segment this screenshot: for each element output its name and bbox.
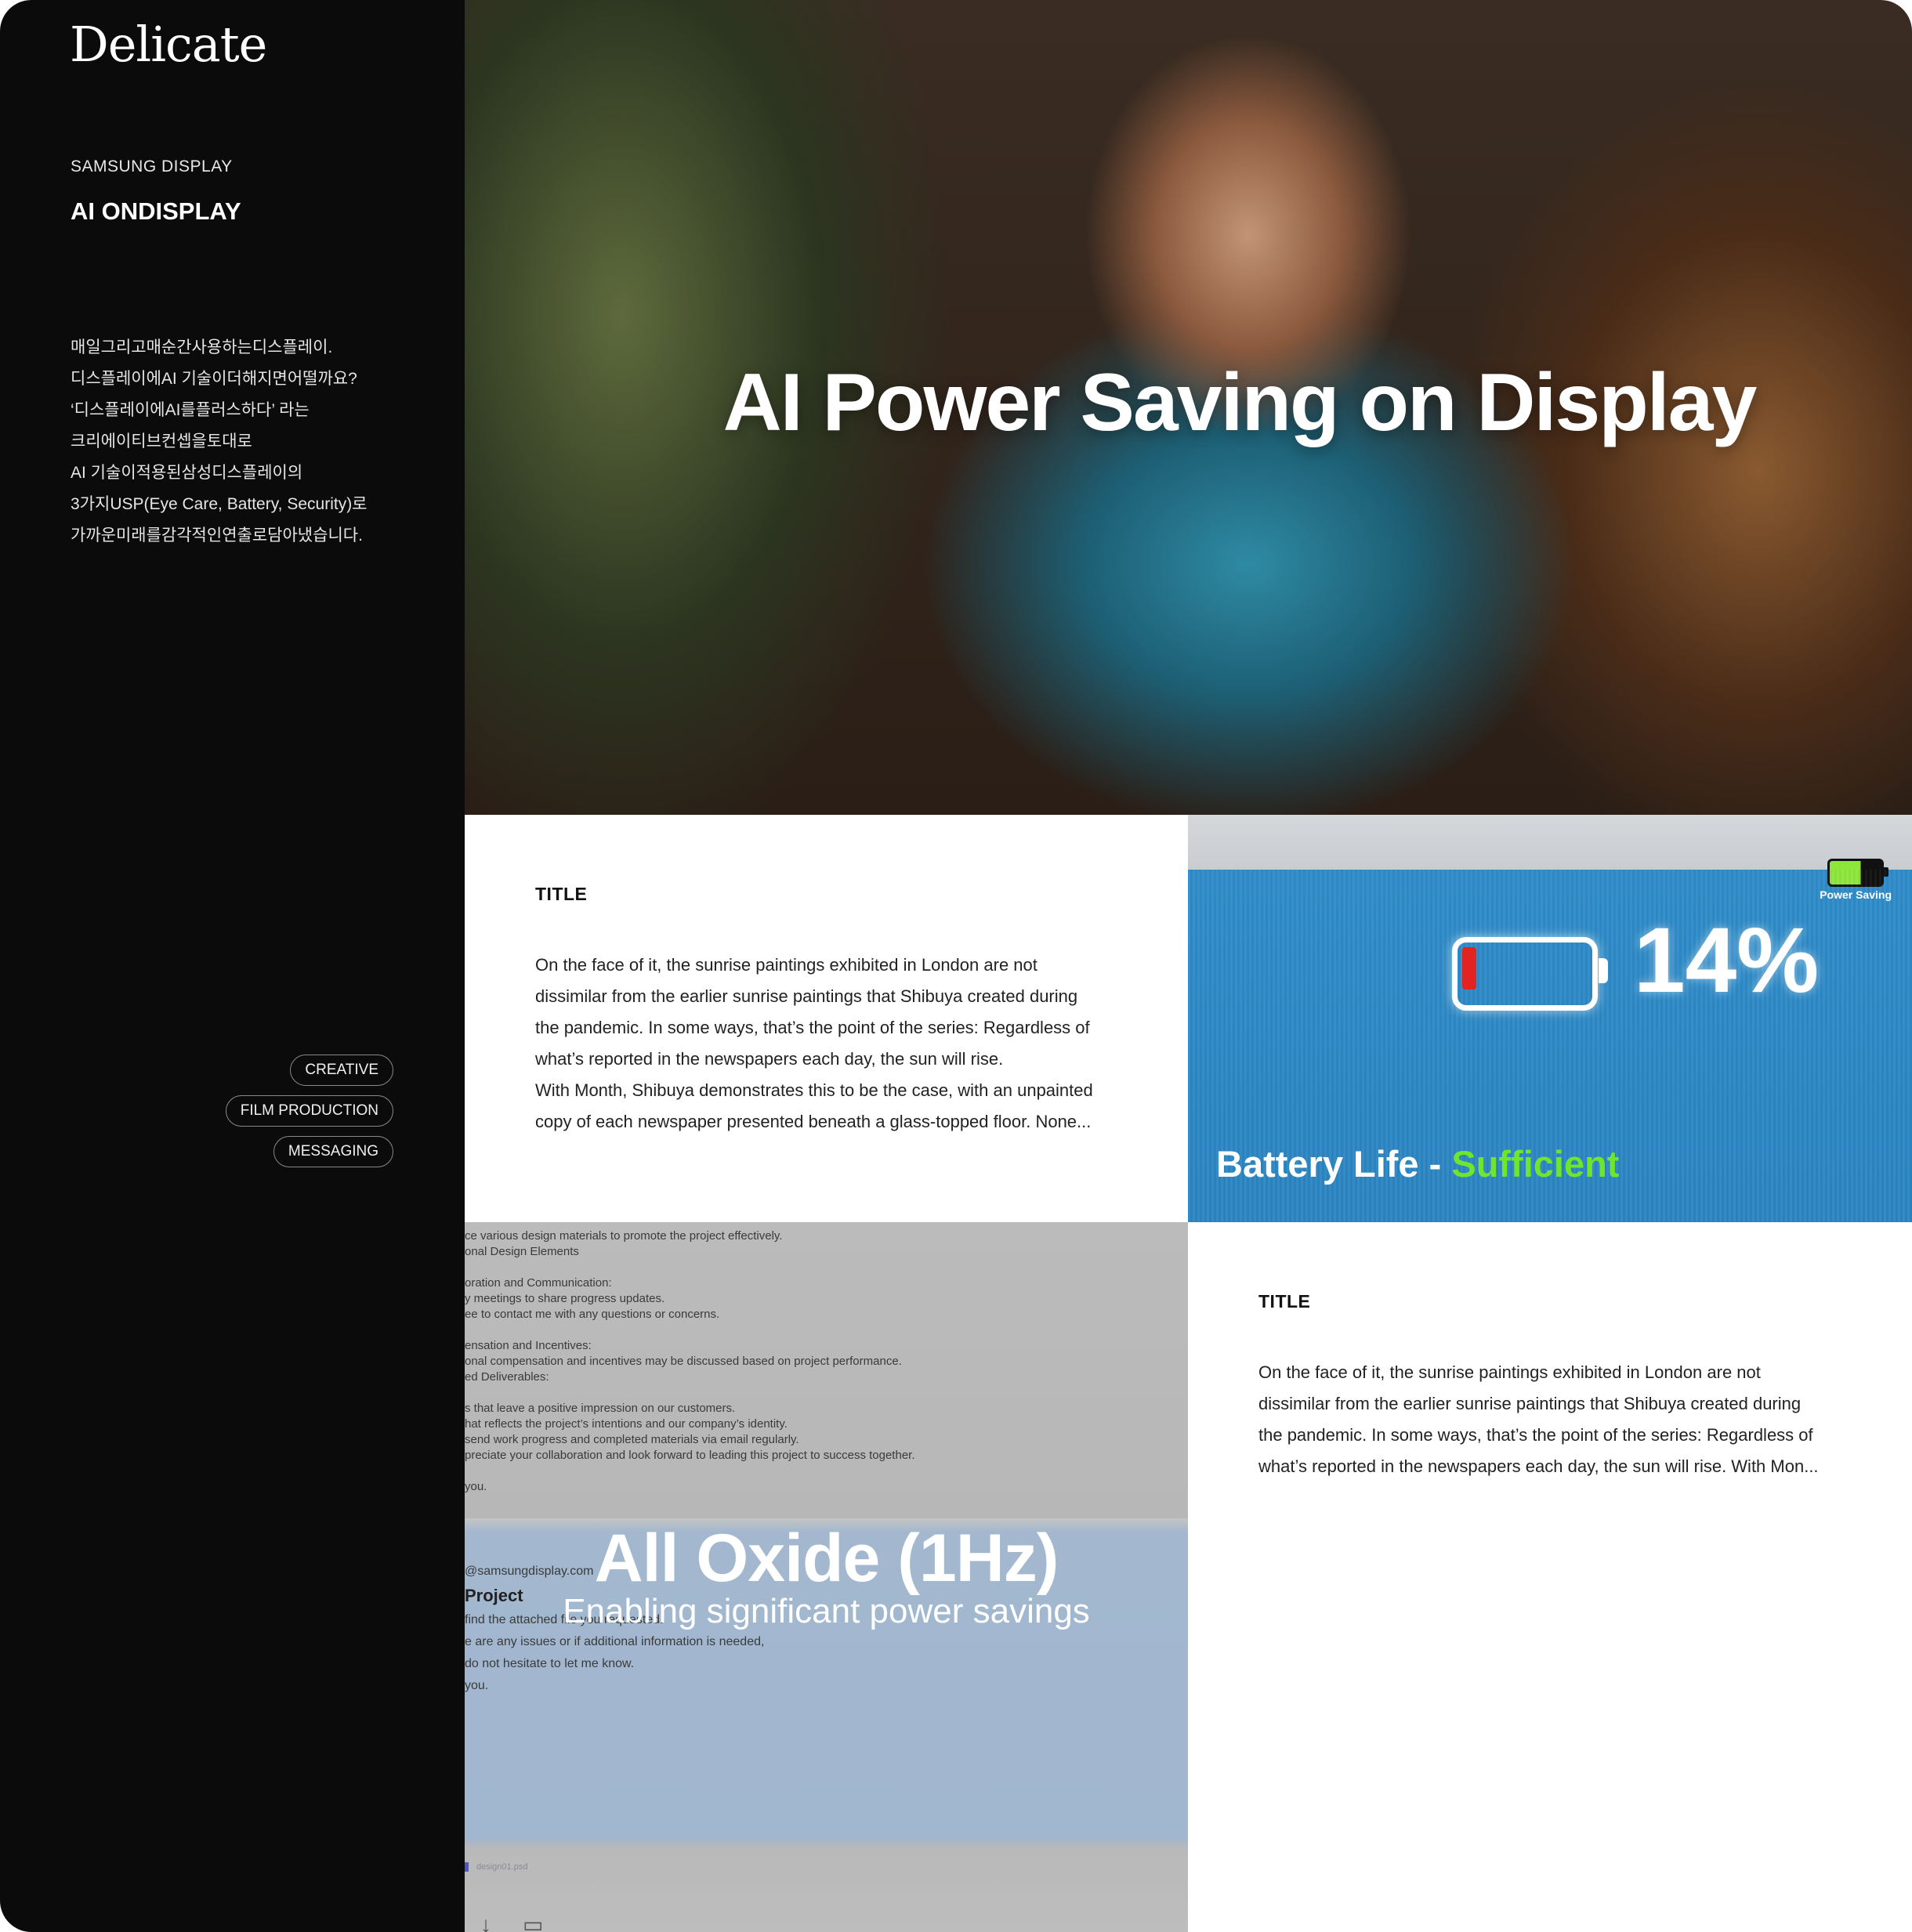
battery-status-value: Sufficient (1451, 1143, 1620, 1185)
doc-line: y meetings to share progress updates. (465, 1292, 665, 1305)
doc-line: you. (465, 1480, 487, 1493)
oxide-subtitle: Enabling significant power savings (563, 1592, 1090, 1630)
card-body-line: dissimilar from the earlier sunrise pain… (1258, 1394, 1802, 1413)
tag-messaging[interactable]: MESSAGING (273, 1136, 393, 1167)
client-name: SAMSUNG DISPLAY (71, 157, 233, 175)
description-line: 디스플레이에AI 기술이더해지면어떨까요? (71, 370, 357, 388)
battery-life-image: Power Saving 14% Battery Life - Sufficie… (1188, 815, 1912, 1222)
doc-line: ee to contact me with any questions or c… (465, 1308, 720, 1321)
low-battery-icon (1452, 937, 1608, 1011)
description-line: 3가지USP(Eye Care, Battery, Security)로 (71, 495, 368, 513)
description-line: ‘디스플레이에AI를플러스하다’ 라는 (71, 401, 310, 419)
card-body-line: copy of each newspaper presented beneath… (535, 1112, 1092, 1131)
doc-line: you. (465, 1679, 489, 1692)
doc-line: s that leave a positive impression on ou… (465, 1402, 736, 1415)
doc-line: ce various design materials to promote t… (465, 1229, 783, 1243)
info-card-2: TITLE On the face of it, the sunrise pai… (1188, 1222, 1912, 1932)
card-body-line: On the face of it, the sunrise paintings… (1258, 1362, 1761, 1382)
doc-line: onal Design Elements (465, 1245, 579, 1258)
doc-line (465, 1463, 1188, 1479)
tag-film-production[interactable]: FILM PRODUCTION (225, 1095, 393, 1127)
info-card-1: TITLE On the face of it, the sunrise pai… (465, 815, 1188, 1222)
doc-line: ensation and Incentives: (465, 1339, 592, 1352)
doc-line (465, 1322, 1188, 1338)
document-text-top: ce various design materials to promote t… (465, 1228, 1188, 1495)
tag-creative[interactable]: CREATIVE (290, 1055, 393, 1086)
oxide-title: All Oxide (1Hz) (594, 1521, 1059, 1596)
doc-line: ed Deliverables: (465, 1370, 549, 1384)
doc-line: onal compensation and incentives may be … (465, 1355, 902, 1368)
battery-percent: 14% (1634, 909, 1820, 1012)
card-body-line: With Month, Shibuya demonstrates this to… (535, 1080, 1093, 1100)
description-line: 매일그리고매순간사용하는디스플레이. (71, 338, 333, 356)
card-body-line: the pandemic. In some ways, that’s the p… (535, 1018, 1090, 1037)
tag-list: CREATIVE FILM PRODUCTION MESSAGING (225, 1055, 393, 1167)
doc-line: send work progress and completed materia… (465, 1433, 799, 1446)
card-body-line: dissimilar from the earlier sunrise pain… (535, 986, 1078, 1006)
battery-saving-icon (1827, 859, 1888, 887)
page-frame: Delicate SAMSUNG DISPLAY AI ONDISPLAY 매일… (0, 0, 1912, 1932)
battery-status: Battery Life - Sufficient (1216, 1142, 1619, 1185)
hero-title: AI Power Saving on Display (722, 357, 1758, 448)
power-saving-label: Power Saving (1820, 888, 1892, 901)
card-body: On the face of it, the sunrise paintings… (535, 950, 1139, 1138)
project-title: AI ONDISPLAY (71, 197, 241, 225)
card-body-line: what’s reported in the newspapers each d… (535, 1049, 1004, 1069)
brand-logo[interactable]: Delicate (70, 16, 267, 73)
description-line: AI 기술이적용된삼성디스플레이의 (71, 464, 303, 482)
description-line: 가까운미래를감각적인연출로담아냈습니다. (71, 526, 363, 545)
card-title: TITLE (535, 884, 588, 904)
battery-status-prefix: Battery Life - (1216, 1143, 1452, 1185)
attachment-file: design01.psd (465, 1862, 527, 1872)
download-archive-icons: ↓▭ (480, 1912, 575, 1932)
card-body-line: On the face of it, the sunrise paintings… (535, 955, 1037, 975)
card-body-line: what’s reported in the newspapers each d… (1258, 1456, 1819, 1476)
sidebar: Delicate SAMSUNG DISPLAY AI ONDISPLAY 매일… (0, 0, 465, 1932)
doc-line: e are any issues or if additional inform… (465, 1635, 765, 1648)
card-body: On the face of it, the sunrise paintings… (1258, 1357, 1862, 1482)
doc-line: do not hesitate to let me know. (465, 1657, 635, 1670)
doc-line: hat reflects the project’s intentions an… (465, 1417, 788, 1431)
hero-image: AI Power Saving on Display (465, 0, 1912, 815)
card-body-line: the pandemic. In some ways, that’s the p… (1258, 1425, 1813, 1445)
card-title: TITLE (1258, 1291, 1311, 1312)
oxide-image: ce various design materials to promote t… (465, 1222, 1188, 1932)
doc-line (465, 1260, 1188, 1275)
project-description: 매일그리고매순간사용하는디스플레이. 디스플레이에AI 기술이더해지면어떨까요?… (71, 332, 439, 552)
doc-line: preciate your collaboration and look for… (465, 1449, 915, 1462)
doc-line: oration and Communication: (465, 1276, 612, 1290)
description-line: 크리에이티브컨셉을토대로 (71, 432, 252, 450)
doc-line (465, 1385, 1188, 1401)
